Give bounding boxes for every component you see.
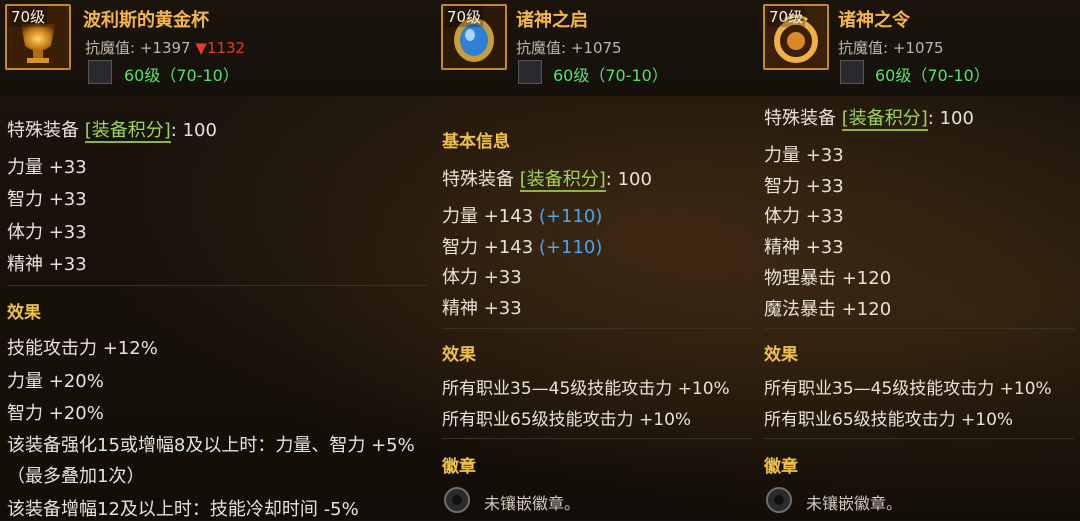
attr-bonus: (+110)	[538, 237, 603, 258]
effect-line: （最多叠加1次）	[7, 466, 145, 487]
stat-label: 抗魔值:	[516, 39, 567, 57]
divider	[764, 328, 1074, 329]
divider	[7, 285, 427, 286]
item-tooltip-gods-revelation: 70级 诸神之启 抗魔值: +1075 60级（70-10） 基本信息 特殊装备…	[436, 0, 758, 520]
score-value: : 100	[170, 120, 217, 141]
attr-line: 体力 +33	[442, 267, 522, 288]
diamond-icon	[88, 60, 112, 84]
score-tag[interactable]: [装备积分]	[519, 169, 606, 192]
special-label: 特殊装备	[7, 120, 79, 141]
item-name: 诸神之令	[838, 10, 910, 31]
effect-title: 效果	[7, 303, 41, 323]
score-tag[interactable]: [装备积分]	[84, 120, 171, 143]
stat-label: 抗魔值:	[85, 39, 136, 57]
stat-label: 抗魔值:	[838, 39, 889, 57]
effect-title: 效果	[764, 345, 798, 365]
item-header: 70级 波利斯的黄金杯 抗魔值: +1397 ▼1132 60级（70-10）	[0, 0, 440, 96]
item-grade: 60级（70-10）	[553, 66, 668, 85]
item-header: 70级 诸神之令 抗魔值: +1075 60级（70-10）	[758, 0, 1080, 96]
empty-badge-slot-icon[interactable]	[444, 487, 470, 513]
divider	[442, 438, 752, 439]
stat-value: +1075	[570, 39, 622, 57]
effect-line: 所有职业65级技能攻击力 +10%	[764, 410, 1014, 430]
sapphire-amulet-icon[interactable]: 70级	[441, 4, 507, 70]
attr-line: 魔法暴击 +120	[764, 299, 892, 320]
attr-line: 体力 +33	[764, 206, 844, 227]
item-tooltip-gods-command: 70级 诸神之令 抗魔值: +1075 60级（70-10） 特殊装备 [装备积…	[758, 0, 1080, 520]
score-value: : 100	[927, 108, 974, 129]
attr-line: 精神 +33	[442, 298, 522, 319]
effect-line: 技能攻击力 +12%	[7, 338, 158, 359]
attr-line: 精神 +33	[7, 254, 87, 275]
item-name: 诸神之启	[516, 10, 588, 31]
magic-resistance: 抗魔值: +1397 ▼1132	[85, 37, 245, 58]
divider	[442, 328, 752, 329]
diamond-icon	[840, 60, 864, 84]
divider	[764, 438, 1074, 439]
empty-badge-slot-icon[interactable]	[766, 487, 792, 513]
stat-decrease: ▼1132	[195, 39, 246, 57]
special-equipment-line: 特殊装备 [装备积分]: 100	[442, 165, 652, 192]
item-level: 70级	[9, 6, 48, 27]
attr-bonus: (+110)	[538, 206, 603, 227]
item-level: 70级	[445, 6, 484, 27]
special-equipment-line: 特殊装备 [装备积分]: 100	[7, 116, 217, 143]
effect-title: 效果	[442, 345, 476, 365]
effect-line: 所有职业35—45级技能攻击力 +10%	[442, 379, 730, 399]
special-equipment-line: 特殊装备 [装备积分]: 100	[764, 104, 974, 131]
effect-line: 所有职业65级技能攻击力 +10%	[442, 410, 692, 430]
item-tooltip-golden-cup: 70级 波利斯的黄金杯 抗魔值: +1397 ▼1132 60级（70-10） …	[0, 0, 440, 520]
badge-status: 未镶嵌徽章。	[806, 494, 903, 513]
basic-info-title: 基本信息	[442, 132, 510, 152]
attr-line: 物理暴击 +120	[764, 268, 892, 289]
golden-cup-icon[interactable]: 70级	[5, 4, 71, 70]
badge-title: 徽章	[442, 457, 476, 477]
magic-resistance: 抗魔值: +1075	[838, 37, 944, 58]
attr-line: 智力 +143 (+110)	[442, 233, 602, 259]
attr-text: 智力 +143	[442, 237, 534, 258]
effect-line: 该装备强化15或增幅8及以上时：力量、智力 +5%	[7, 435, 415, 456]
stat-value: +1075	[892, 39, 944, 57]
attr-line: 智力 +33	[7, 189, 87, 210]
effect-line: 力量 +20%	[7, 371, 104, 392]
item-header: 70级 诸神之启 抗魔值: +1075 60级（70-10）	[436, 0, 758, 96]
attr-text: 力量 +143	[442, 206, 534, 227]
item-grade: 60级（70-10）	[124, 66, 239, 85]
diamond-icon	[518, 60, 542, 84]
score-tag[interactable]: [装备积分]	[841, 108, 928, 131]
attr-line: 力量 +33	[764, 145, 844, 166]
badge-title: 徽章	[764, 457, 798, 477]
item-name: 波利斯的黄金杯	[83, 10, 209, 31]
badge-status: 未镶嵌徽章。	[484, 494, 581, 513]
magic-resistance: 抗魔值: +1075	[516, 37, 622, 58]
effect-line: 所有职业35—45级技能攻击力 +10%	[764, 379, 1052, 399]
effect-line: 该装备增幅12及以上时：技能冷却时间 -5%	[7, 499, 359, 520]
attr-line: 力量 +143 (+110)	[442, 202, 602, 228]
effect-line: 智力 +20%	[7, 403, 104, 424]
special-label: 特殊装备	[442, 169, 514, 190]
attr-line: 力量 +33	[7, 157, 87, 178]
stat-value: +1397	[139, 39, 191, 57]
attr-line: 体力 +33	[7, 222, 87, 243]
attr-line: 智力 +33	[764, 176, 844, 197]
score-value: : 100	[605, 169, 652, 190]
attr-line: 精神 +33	[764, 237, 844, 258]
golden-pendant-icon[interactable]: 70级	[763, 4, 829, 70]
special-label: 特殊装备	[764, 108, 836, 129]
item-level: 70级	[767, 6, 806, 27]
item-grade: 60级（70-10）	[875, 66, 990, 85]
